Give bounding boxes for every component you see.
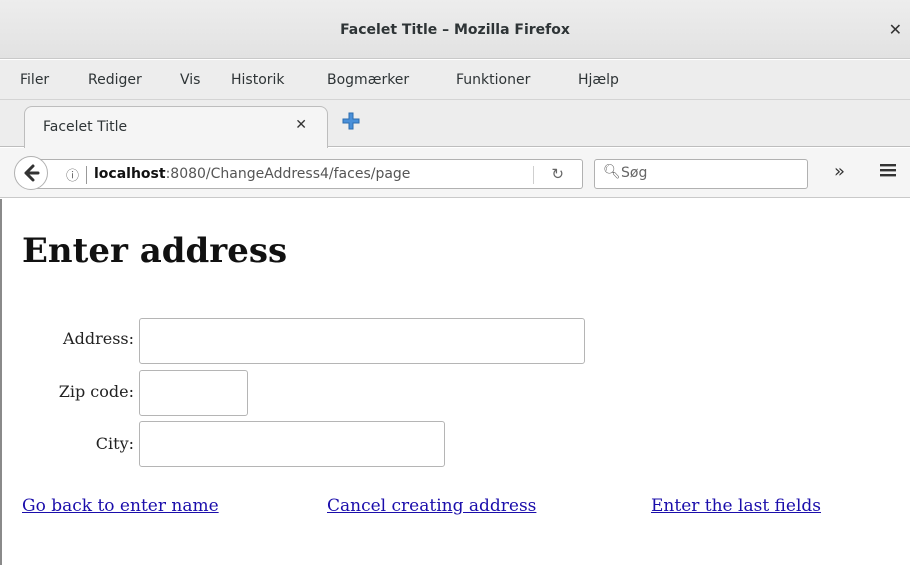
hamburger-menu-icon[interactable] <box>878 160 898 180</box>
tab-label: Facelet Title <box>43 119 128 135</box>
reload-separator <box>533 166 534 184</box>
zip-code-label: Zip code: <box>58 382 134 401</box>
go-back-link[interactable]: Go back to enter name <box>22 496 219 516</box>
menubar: Filer Rediger Vis Historik Bogmærker Fun… <box>0 60 910 100</box>
menu-history[interactable]: Historik <box>231 72 285 88</box>
menu-view[interactable]: Vis <box>180 72 200 88</box>
search-bar[interactable]: 🔍︎ Søg <box>594 159 808 189</box>
search-icon: 🔍︎ <box>603 164 621 180</box>
close-window-icon[interactable]: ✕ <box>889 20 902 39</box>
url-text[interactable]: localhost:8080/ChangeAddress4/faces/page <box>94 166 410 182</box>
url-host: localhost <box>94 166 166 182</box>
menu-tools[interactable]: Funktioner <box>456 72 530 88</box>
url-separator <box>86 166 87 184</box>
url-bar[interactable]: ⓘ localhost:8080/ChangeAddress4/faces/pa… <box>32 159 583 189</box>
menu-file[interactable]: Filer <box>20 72 49 88</box>
page-heading: Enter address <box>22 231 288 271</box>
search-placeholder: Søg <box>621 165 648 181</box>
close-tab-icon[interactable]: ✕ <box>295 117 307 133</box>
city-label: City: <box>95 434 134 453</box>
back-arrow-icon <box>24 164 40 182</box>
reload-icon[interactable]: ↻ <box>551 165 564 183</box>
navigation-toolbar: ⓘ localhost:8080/ChangeAddress4/faces/pa… <box>0 148 910 198</box>
address-label: Address: <box>63 329 134 348</box>
window-title: Facelet Title – Mozilla Firefox <box>340 22 570 38</box>
enter-last-fields-link[interactable]: Enter the last fields <box>651 496 821 516</box>
overflow-chevron-icon[interactable]: » <box>834 161 845 182</box>
menu-bookmarks[interactable]: Bogmærker <box>327 72 409 88</box>
menu-edit[interactable]: Rediger <box>88 72 142 88</box>
tab-strip: Facelet Title ✕ <box>0 100 910 148</box>
menu-help[interactable]: Hjælp <box>578 72 619 88</box>
cancel-link[interactable]: Cancel creating address <box>327 496 536 516</box>
back-button[interactable] <box>14 156 48 190</box>
page-content: Enter address Address: Zip code: City: G… <box>0 199 910 565</box>
window-titlebar: Facelet Title – Mozilla Firefox ✕ <box>0 0 910 59</box>
zip-code-input[interactable] <box>139 370 248 416</box>
city-input[interactable] <box>139 421 445 467</box>
address-input[interactable] <box>139 318 585 364</box>
new-tab-icon[interactable] <box>340 110 362 132</box>
info-icon[interactable]: ⓘ <box>66 165 79 184</box>
tab-facelet-title[interactable]: Facelet Title ✕ <box>24 106 328 148</box>
url-path: :8080/ChangeAddress4/faces/page <box>165 166 411 182</box>
